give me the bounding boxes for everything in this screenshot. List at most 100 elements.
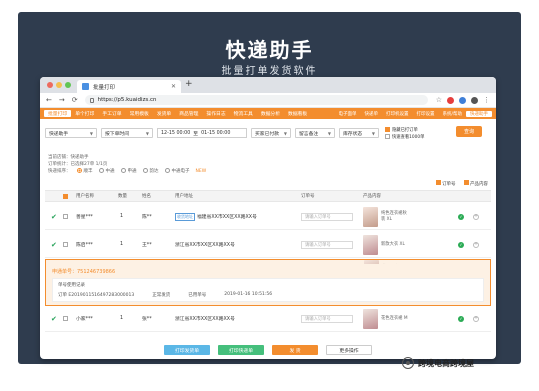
new-tab-button[interactable]: + [185, 79, 193, 89]
extension-blue-icon[interactable] [459, 96, 466, 104]
nav-item-batch-print[interactable]: 批量打印 [44, 110, 72, 117]
date-sep: 至 [193, 131, 199, 137]
order-detail-panel: 申通单号：751246739866 单号使用记录 订单 E20190115164… [45, 264, 491, 306]
checkbox[interactable] [385, 127, 390, 132]
url-text: https://p5.kuaidizs.cn [97, 97, 157, 103]
col-product: 产品内容 [363, 194, 381, 199]
express-sort: 快递排序： 顺丰 中通 申通 韵达 中通电子 NEW [48, 168, 206, 175]
expand-plus-icon[interactable]: + [473, 213, 479, 220]
checkbox[interactable] [435, 180, 441, 185]
forward-icon[interactable]: → [59, 96, 65, 104]
lock-icon [89, 97, 94, 103]
show-product-option[interactable]: 产品内容 [463, 180, 488, 187]
table-row[interactable]: ✔ 小家*** 1 张** 浙江省XX市XX区XX路XX号 请输入订单号 花色连衣裙 M ✓ + [45, 306, 491, 332]
row-checkbox[interactable] [63, 316, 68, 321]
menu-icon[interactable]: ⋮ [483, 96, 490, 104]
table-header: 用户名称 数量 姓名 用户地址 订单号 产品内容 [45, 190, 491, 202]
print-invoice-button[interactable]: 打印发货单 [164, 345, 210, 355]
radio-icon [142, 168, 148, 173]
nav-right-eform[interactable]: 电子面单 [334, 111, 360, 117]
order-number-input[interactable]: 请输入订单号 [301, 314, 353, 323]
status-select[interactable]: 买家已付款 ▼ [251, 128, 291, 138]
date-range-field[interactable]: 12-15 00:00 至 01-15 00:00 [157, 128, 247, 138]
back-icon[interactable]: ← [46, 96, 52, 104]
select-all-checkbox[interactable] [63, 193, 68, 199]
checkbox[interactable] [463, 180, 469, 185]
order-number-input[interactable]: 请输入订单号 [301, 212, 353, 221]
profile-icon[interactable] [471, 96, 478, 104]
maximize-window-button[interactable] [65, 82, 71, 88]
checkbox[interactable] [385, 134, 390, 139]
close-window-button[interactable] [47, 82, 53, 88]
remark-select[interactable]: 留言备注 ▼ [295, 128, 335, 138]
nav-right-help[interactable]: 系统/帮助 [438, 111, 466, 117]
nav-item-logs[interactable]: 操作日志 [202, 110, 229, 117]
nav-item-analysis[interactable]: 数据分析 [257, 110, 284, 117]
ship-button[interactable]: 发 货 [272, 345, 318, 355]
nav-item-single-print[interactable]: 单个打印 [71, 110, 98, 117]
usage-record: 单号使用记录 订单 E2019011516497283000013 正常发货 已… [52, 278, 484, 302]
printed-check-icon: ✔ [51, 212, 57, 221]
col-address: 用户地址 [175, 194, 193, 199]
hide-printed-option[interactable]: 隐藏已打订单 [385, 127, 424, 133]
seller-select-value: 快递助手 [49, 131, 69, 137]
reload-icon[interactable]: ⟳ [72, 96, 78, 104]
sort-option-1[interactable]: 中通 [98, 168, 115, 175]
chevron-down-icon: ▼ [283, 130, 287, 136]
stock-value: 库存状态 [343, 131, 363, 137]
more-actions-button[interactable]: 更多操作 [326, 345, 372, 355]
row-product: 花色连衣裙 M [381, 315, 408, 321]
hero-title: 快递助手 [225, 38, 314, 62]
nav-right-brand[interactable]: 快递助手 [466, 110, 492, 117]
app-nav-bar: 批量打印 单个打印 手工订单 常用模板 发货单 商品管理 操作日志 物流工具 数… [40, 108, 496, 119]
extension-red-icon[interactable] [447, 96, 454, 104]
bookmark-star-icon[interactable]: ☆ [436, 96, 442, 104]
nav-right-express[interactable]: 快递单 [360, 111, 382, 117]
radio-icon [120, 168, 126, 173]
action-bar: 打印发货单 打印快递单 发 货 更多操作 [45, 345, 491, 357]
sort-option-3[interactable]: 韵达 [142, 168, 159, 175]
chevron-down-icon: ▼ [145, 130, 149, 136]
row-checkbox[interactable] [63, 242, 68, 247]
printed-check-icon: ✔ [51, 240, 57, 249]
url-field[interactable]: https://p5.kuaidizs.cn [84, 95, 428, 105]
quick-view-option[interactable]: 快速查看1000单 [385, 134, 424, 140]
nav-item-templates[interactable]: 常用模板 [126, 110, 153, 117]
expand-plus-icon[interactable]: + [473, 315, 479, 322]
show-order-no-option[interactable]: 订单号 [435, 180, 456, 187]
sort-option-4[interactable]: 中通电子 [164, 168, 190, 175]
minimize-window-button[interactable] [56, 82, 62, 88]
col-qty: 数量 [118, 194, 127, 199]
order-number-input[interactable]: 请输入订单号 [301, 240, 353, 249]
seller-select[interactable]: 快递助手 ▼ [45, 128, 97, 138]
nav-item-manual-order[interactable]: 手工订单 [98, 110, 125, 117]
table-row[interactable]: ✔ 善星*** 1 陈** 收货地址 福建省XX市XX区XX路XX号 请输入订单号 纯色连衣裙… [45, 204, 491, 230]
nav-item-invoice[interactable]: 发货单 [153, 110, 175, 117]
table-row[interactable]: ✔ 陈启*** 1 王** 浙江省XX市XX区XX路XX号 请输入订单号 新款大衣 XL ✓ + [45, 232, 491, 258]
close-tab-icon[interactable]: ✕ [171, 83, 176, 90]
print-express-button[interactable]: 打印快递单 [218, 345, 264, 355]
row-product: 纯色连衣裙秋装 XL [381, 211, 407, 222]
new-badge: NEW [195, 169, 207, 174]
stock-select[interactable]: 库存状态 ▼ [339, 128, 379, 138]
expand-plus-icon[interactable]: + [473, 241, 479, 248]
nav-item-products[interactable]: 商品管理 [175, 110, 202, 117]
nav-right-printer[interactable]: 打印机设置 [382, 111, 413, 117]
sort-option-2[interactable]: 申通 [120, 168, 137, 175]
search-button[interactable]: 查询 [456, 126, 482, 137]
time-type-select[interactable]: 按下单时间 ▼ [101, 128, 153, 138]
radio-icon [98, 168, 104, 173]
product-thumbnail [363, 234, 378, 255]
sort-label: 快递排序： [48, 169, 71, 174]
date-from: 12-15 00:00 [161, 130, 191, 136]
printed-check-icon: ✔ [51, 314, 57, 323]
col-name: 姓名 [142, 194, 151, 199]
nav-right-print-settings[interactable]: 打印设置 [412, 111, 438, 117]
sort-option-0[interactable]: 顺丰 [76, 168, 93, 175]
nav-item-dashboard[interactable]: 数据看板 [284, 110, 311, 117]
browser-tab[interactable]: 批量打印 ✕ [77, 80, 181, 93]
row-name: 陈** [142, 215, 152, 220]
nav-item-logistics[interactable]: 物流工具 [230, 110, 257, 117]
row-checkbox[interactable] [63, 214, 68, 219]
watermark: 跨境电商跨境屋 [402, 357, 474, 369]
